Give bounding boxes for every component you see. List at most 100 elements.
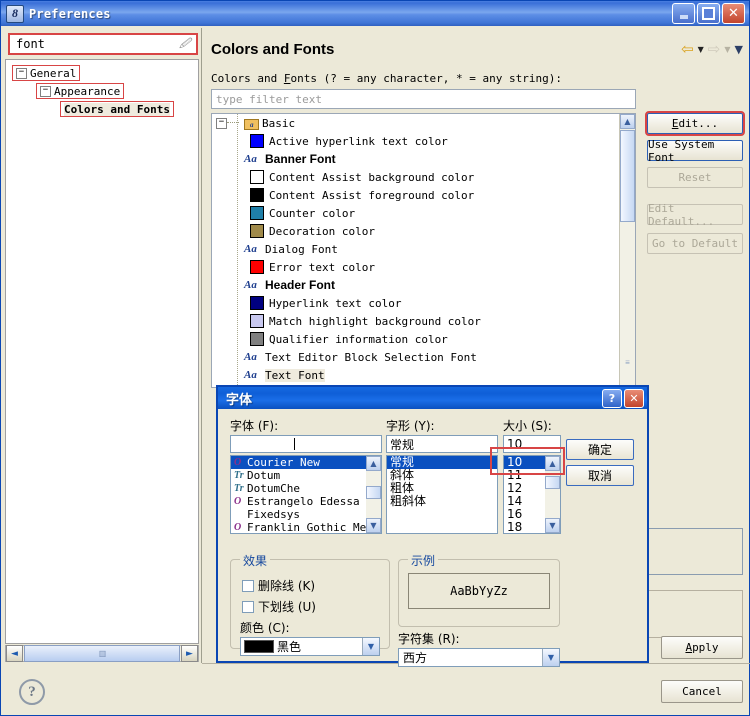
charset-value: 西方 bbox=[403, 651, 428, 665]
tree-item-dialog-font[interactable]: Aa Dialog Font bbox=[212, 240, 635, 258]
tree-item-hyperlink-text-color[interactable]: Hyperlink text color bbox=[212, 294, 635, 312]
edit-default-label: Edit Default... bbox=[648, 201, 715, 228]
folder-icon: a bbox=[244, 117, 259, 130]
tree-item-banner-font[interactable]: Aa Banner Font bbox=[212, 150, 635, 168]
back-icon[interactable]: ⇦ bbox=[681, 42, 694, 57]
font-icon: Aa bbox=[244, 243, 257, 255]
scroll-down-icon[interactable]: ▼ bbox=[366, 518, 381, 533]
tree-item-text-editor-block-selection-font[interactable]: Aa Text Editor Block Selection Font bbox=[212, 348, 635, 366]
close-icon[interactable]: ✕ bbox=[624, 388, 644, 408]
tree-item-decoration-color[interactable]: Decoration color bbox=[212, 222, 635, 240]
scroll-up-icon[interactable]: ▲ bbox=[620, 114, 635, 129]
tree-item-content-assist-bg[interactable]: Content Assist background color bbox=[212, 168, 635, 186]
list-item[interactable]: O Estrangelo Edessa bbox=[231, 495, 381, 508]
back-dropdown-icon[interactable]: ▼ bbox=[698, 45, 704, 54]
list-item[interactable]: O Courier New bbox=[231, 456, 381, 469]
strikeout-checkbox-row[interactable]: 删除线 (K) bbox=[242, 577, 315, 594]
scrollbar-thumb[interactable] bbox=[545, 476, 560, 489]
font-family-input[interactable] bbox=[230, 435, 382, 453]
ok-button[interactable]: 确定 bbox=[566, 439, 634, 460]
filter-field-label: Colors and Fonts (? = any character, * =… bbox=[211, 72, 562, 85]
checkbox-icon[interactable] bbox=[242, 600, 254, 613]
scroll-down-icon[interactable]: ▼ bbox=[545, 518, 560, 533]
list-item[interactable]: 粗斜体 bbox=[387, 495, 497, 508]
tree-item-error-text-color[interactable]: Error text color bbox=[212, 258, 635, 276]
font-style-input[interactable]: 常规 bbox=[386, 435, 498, 453]
sample-group-title: 示例 bbox=[408, 552, 439, 569]
text-caret bbox=[294, 438, 295, 450]
underline-checkbox-row[interactable]: 下划线 (U) bbox=[242, 598, 316, 615]
list-item[interactable]: O Franklin Gothic Me bbox=[231, 521, 381, 533]
list-item[interactable]: Tr DotumChe bbox=[231, 482, 381, 495]
collapse-icon[interactable]: − bbox=[40, 85, 51, 97]
go-to-default-button: Go to Default bbox=[647, 233, 743, 254]
font-size-input[interactable]: 10 bbox=[503, 435, 561, 453]
charset-combo[interactable]: 西方 ▼ bbox=[398, 648, 560, 667]
charset-label: 字符集 (R): bbox=[398, 632, 460, 646]
preferences-filter-box[interactable]: 🖉 bbox=[8, 33, 198, 55]
sidebar-item-general[interactable]: − General bbox=[12, 65, 81, 81]
tree-item-active-hyperlink[interactable]: Active hyperlink text color bbox=[212, 132, 635, 150]
color-combo[interactable]: 黑色 ▼ bbox=[240, 637, 380, 656]
scrollbar-thumb[interactable] bbox=[620, 130, 635, 222]
list-item[interactable]: Fixedsys bbox=[231, 508, 381, 521]
scrollbar-thumb[interactable]: ▥ bbox=[24, 645, 180, 662]
scroll-left-icon[interactable]: ◄ bbox=[6, 645, 23, 662]
cancel-button[interactable]: Cancel bbox=[661, 680, 743, 703]
scrollbar-grip-icon: ≡ bbox=[625, 358, 630, 367]
font-style-label: 字形 (Y): bbox=[386, 419, 435, 433]
close-button[interactable]: ✕ bbox=[722, 3, 745, 24]
tree-item-label: Banner Font bbox=[265, 152, 336, 166]
view-menu-icon[interactable]: ▼ bbox=[735, 43, 743, 56]
tree-item-content-assist-fg[interactable]: Content Assist foreground color bbox=[212, 186, 635, 204]
scroll-up-icon[interactable]: ▲ bbox=[545, 456, 560, 471]
help-button[interactable]: ? bbox=[602, 388, 622, 408]
edit-button[interactable]: Edit... bbox=[645, 111, 745, 136]
tree-item-match-highlight-bg[interactable]: Match highlight background color bbox=[212, 312, 635, 330]
clear-icon[interactable]: 🖉 bbox=[178, 37, 192, 51]
tree-item-counter-color[interactable]: Counter color bbox=[212, 204, 635, 222]
forward-dropdown-icon: ▼ bbox=[724, 45, 731, 54]
window-title: Preferences bbox=[29, 6, 111, 21]
help-icon[interactable]: ? bbox=[19, 679, 45, 705]
apply-button[interactable]: Apply bbox=[661, 636, 743, 659]
chevron-down-icon[interactable]: ▼ bbox=[542, 649, 559, 666]
sidebar-item-appearance[interactable]: − Appearance bbox=[36, 83, 125, 99]
checkbox-icon[interactable] bbox=[242, 579, 254, 592]
list-item[interactable]: Tr Dotum bbox=[231, 469, 381, 482]
sidebar-horizontal-scrollbar[interactable]: ◄ ▥ ► bbox=[5, 645, 199, 662]
tree-item-label: Hyperlink text color bbox=[269, 296, 402, 310]
colors-fonts-tree[interactable]: − a Basic Active hyperlink text color Aa… bbox=[211, 113, 636, 388]
font-size-list[interactable]: 10 11 12 14 16 18 20 ▲ ▼ bbox=[503, 455, 561, 534]
collapse-icon[interactable]: − bbox=[16, 67, 27, 79]
size-list-scrollbar[interactable]: ▲ ▼ bbox=[545, 456, 560, 533]
tree-item-header-font[interactable]: Aa Header Font bbox=[212, 276, 635, 294]
tree-item-basic[interactable]: − a Basic bbox=[212, 114, 635, 132]
preview-panel-lower bbox=[647, 590, 743, 638]
edit-button-label: dit... bbox=[678, 117, 719, 130]
preferences-window: 8 Preferences ✕ 🖉 − General − Appearance… bbox=[0, 0, 750, 716]
tree-item-qualifier-info-color[interactable]: Qualifier information color bbox=[212, 330, 635, 348]
dialog-cancel-button[interactable]: 取消 bbox=[566, 465, 634, 486]
tree-vertical-scrollbar[interactable]: ▲ ≡ bbox=[619, 114, 635, 387]
scrollbar-thumb[interactable] bbox=[366, 486, 381, 499]
preferences-filter-input[interactable] bbox=[14, 36, 173, 52]
minimize-button[interactable] bbox=[672, 3, 695, 24]
sidebar-item-colors-and-fonts[interactable]: Colors and Fonts bbox=[60, 101, 174, 117]
scroll-right-icon[interactable]: ► bbox=[181, 645, 198, 662]
tree-item-label: Qualifier information color bbox=[269, 332, 448, 346]
dialog-cancel-label: 取消 bbox=[587, 469, 612, 483]
font-style-list[interactable]: 常规 斜体 粗体 粗斜体 bbox=[386, 455, 498, 534]
scroll-up-icon[interactable]: ▲ bbox=[366, 456, 381, 471]
color-label: 颜色 (C): bbox=[240, 621, 290, 635]
collapse-icon[interactable]: − bbox=[216, 117, 227, 129]
use-system-font-button[interactable]: Use System Font bbox=[647, 138, 743, 164]
chevron-down-icon[interactable]: ▼ bbox=[362, 638, 379, 655]
font-family-list[interactable]: O Courier New Tr Dotum Tr DotumChe O Estrang… bbox=[230, 455, 382, 534]
tree-item-label: Text Font bbox=[265, 368, 325, 382]
tree-item-text-font[interactable]: Aa Text Font bbox=[212, 366, 635, 384]
font-list-scrollbar[interactable]: ▲ ▼ bbox=[366, 456, 381, 533]
maximize-button[interactable] bbox=[697, 3, 720, 24]
preferences-tree[interactable]: − General − Appearance Colors and Fonts bbox=[5, 59, 199, 644]
colors-fonts-filter-input[interactable]: type filter text bbox=[211, 89, 636, 109]
